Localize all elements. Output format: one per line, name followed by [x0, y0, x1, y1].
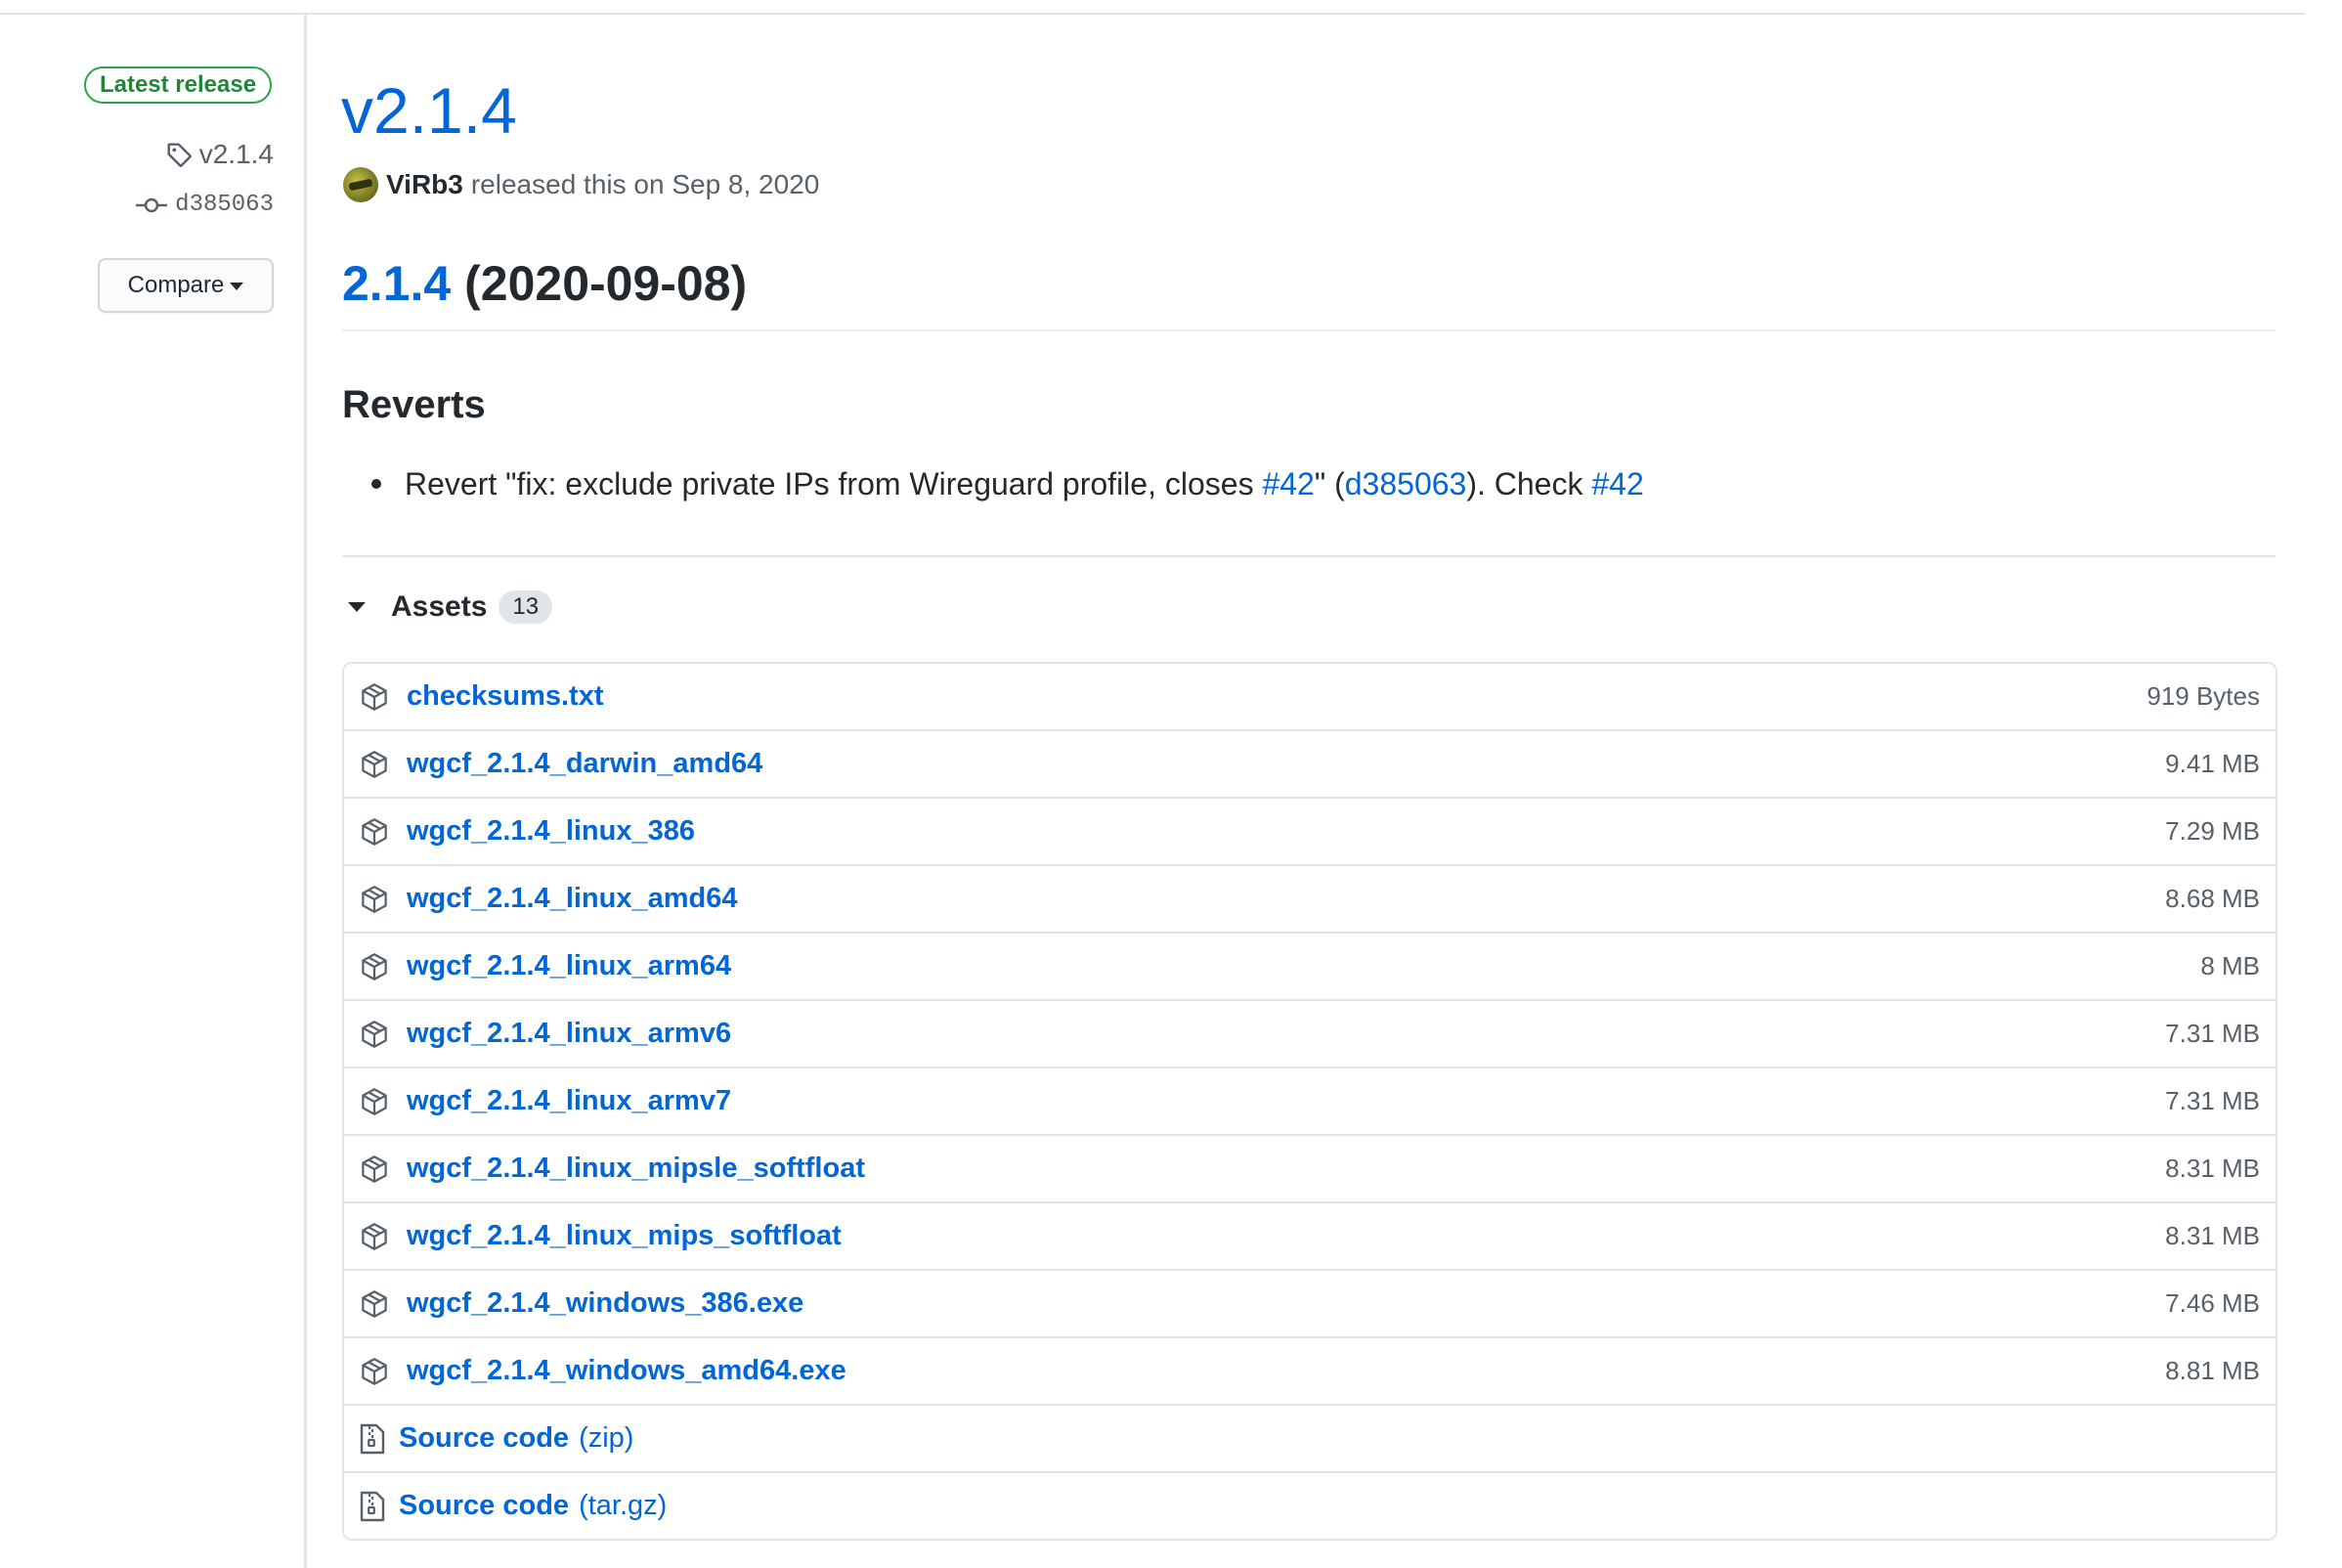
asset-size: 7.31 MB — [2165, 1086, 2260, 1115]
asset-row: wgcf_2.1.4_linux_armv7 7.31 MB — [344, 1067, 2276, 1134]
asset-size: 8.81 MB — [2165, 1356, 2260, 1385]
section-heading-reverts: Reverts — [342, 383, 486, 426]
compare-button-label: Compare — [127, 272, 225, 298]
text-part-2: " ( — [1314, 466, 1345, 501]
release-tag-label: v2.1.4 — [198, 139, 274, 169]
package-icon — [362, 1289, 387, 1318]
asset-size: 7.31 MB — [2165, 1019, 2260, 1048]
source-download-link[interactable]: Source code — [399, 1422, 569, 1455]
sidebar-divider — [304, 13, 307, 1568]
asset-row: wgcf_2.1.4_linux_amd64 8.68 MB — [344, 864, 2276, 932]
package-icon — [362, 1020, 387, 1048]
asset-download-link[interactable]: checksums.txt — [407, 680, 604, 713]
asset-row: wgcf_2.1.4_linux_386 7.29 MB — [344, 797, 2276, 864]
file-zip-icon — [360, 1423, 385, 1454]
release-commit[interactable]: d385063 — [136, 192, 274, 218]
asset-row: wgcf_2.1.4_linux_arm64 8 MB — [344, 932, 2276, 999]
source-row: Source code (tar.gz) — [344, 1471, 2276, 1539]
asset-row: wgcf_2.1.4_windows_386.exe 7.46 MB — [344, 1269, 2276, 1336]
tag-icon — [167, 143, 192, 167]
asset-download-link[interactable]: wgcf_2.1.4_windows_386.exe — [407, 1287, 803, 1320]
package-icon — [362, 1154, 387, 1183]
asset-row: wgcf_2.1.4_linux_mipsle_softfloat 8.31 M… — [344, 1134, 2276, 1201]
source-row: Source code (zip) — [344, 1404, 2276, 1471]
issue-link-check[interactable]: #42 — [1591, 466, 1643, 501]
triangle-down-icon — [348, 602, 366, 612]
asset-size: 8 MB — [2200, 951, 2260, 980]
issue-link[interactable]: #42 — [1262, 466, 1314, 501]
package-icon — [362, 1087, 387, 1115]
asset-download-link[interactable]: wgcf_2.1.4_linux_arm64 — [407, 950, 731, 982]
list-item: Revert "fix: exclude private IPs from Wi… — [371, 462, 1644, 505]
package-icon — [362, 817, 387, 846]
version-heading: 2.1.4 (2020-09-08) — [342, 252, 747, 315]
source-format[interactable]: (tar.gz) — [579, 1490, 667, 1522]
source-format[interactable]: (zip) — [579, 1422, 633, 1455]
latest-release-badge: Latest release — [84, 66, 272, 104]
text-part-3: ). Check — [1466, 466, 1592, 501]
package-icon — [362, 1222, 387, 1250]
heading-divider — [342, 329, 2276, 331]
package-icon — [362, 1357, 387, 1385]
list-item-text: Revert "fix: exclude private IPs from Wi… — [405, 462, 1644, 505]
asset-download-link[interactable]: wgcf_2.1.4_linux_mipsle_softfloat — [407, 1153, 865, 1185]
assets-label: Assets — [391, 590, 488, 623]
asset-size: 8.68 MB — [2165, 884, 2260, 913]
source-download-link[interactable]: Source code — [399, 1490, 569, 1522]
asset-size: 7.29 MB — [2165, 816, 2260, 846]
release-title[interactable]: v2.1.4 — [341, 68, 517, 152]
commit-sha: d385063 — [175, 192, 274, 218]
release-tag[interactable]: v2.1.4 — [164, 139, 274, 170]
package-icon — [362, 952, 387, 980]
asset-download-link[interactable]: wgcf_2.1.4_linux_armv6 — [407, 1018, 731, 1050]
asset-download-link[interactable]: wgcf_2.1.4_linux_mips_softfloat — [407, 1220, 842, 1252]
asset-size: 7.46 MB — [2165, 1288, 2260, 1318]
version-date: (2020-09-08) — [464, 256, 748, 311]
asset-row: checksums.txt 919 Bytes — [344, 664, 2276, 729]
file-zip-icon — [360, 1491, 385, 1521]
package-icon — [362, 750, 387, 778]
asset-download-link[interactable]: wgcf_2.1.4_linux_amd64 — [407, 883, 738, 915]
text-part-1: Revert "fix: exclude private IPs from Wi… — [405, 466, 1263, 501]
asset-size: 8.31 MB — [2165, 1154, 2260, 1183]
asset-size: 9.41 MB — [2165, 749, 2260, 778]
asset-size: 919 Bytes — [2147, 681, 2260, 711]
asset-download-link[interactable]: wgcf_2.1.4_windows_amd64.exe — [407, 1355, 846, 1387]
asset-download-link[interactable]: wgcf_2.1.4_linux_386 — [407, 815, 695, 848]
compare-button[interactable]: Compare — [98, 258, 274, 313]
assets-toggle[interactable]: Assets 13 — [348, 590, 553, 624]
asset-row: wgcf_2.1.4_linux_armv6 7.31 MB — [344, 999, 2276, 1067]
package-icon — [362, 682, 387, 711]
assets-count-badge: 13 — [499, 590, 553, 624]
release-byline: ViRb3 released this on Sep 8, 2020 — [343, 167, 827, 202]
git-commit-icon — [136, 197, 168, 212]
assets-list: checksums.txt 919 Bytes wgcf_2.1.4_darwi… — [342, 662, 2277, 1541]
asset-row: wgcf_2.1.4_darwin_amd64 9.41 MB — [344, 729, 2276, 797]
top-divider — [0, 13, 2305, 15]
chevron-down-icon — [230, 283, 244, 290]
assets-divider — [342, 555, 2276, 557]
asset-row: wgcf_2.1.4_linux_mips_softfloat 8.31 MB — [344, 1201, 2276, 1269]
asset-download-link[interactable]: wgcf_2.1.4_darwin_amd64 — [407, 748, 762, 780]
commit-link[interactable]: d385063 — [1345, 466, 1467, 501]
version-link[interactable]: 2.1.4 — [342, 256, 451, 311]
released-date-text: released this on Sep 8, 2020 — [470, 169, 820, 199]
asset-download-link[interactable]: wgcf_2.1.4_linux_armv7 — [407, 1085, 731, 1117]
asset-row: wgcf_2.1.4_windows_amd64.exe 8.81 MB — [344, 1336, 2276, 1404]
author-name[interactable]: ViRb3 — [386, 169, 463, 200]
asset-size: 8.31 MB — [2165, 1221, 2260, 1250]
package-icon — [362, 885, 387, 913]
bullet-dot — [371, 479, 381, 489]
avatar[interactable] — [343, 167, 378, 202]
